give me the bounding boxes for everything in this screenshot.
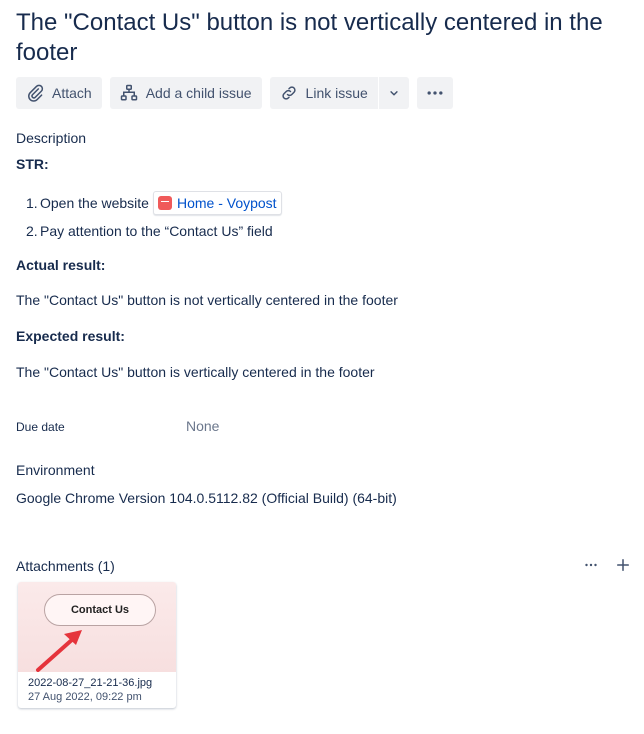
- link-issue-button[interactable]: Link issue: [269, 77, 378, 109]
- due-date-value[interactable]: None: [186, 418, 219, 434]
- add-child-issue-button[interactable]: Add a child issue: [109, 77, 262, 109]
- list-item: 1. Open the website Home - Voypost: [26, 189, 282, 217]
- chevron-down-icon: [390, 91, 398, 96]
- steps-list: 1. Open the website Home - Voypost 2. Pa…: [26, 189, 282, 245]
- expected-result-label: Expected result:: [16, 328, 125, 344]
- due-date-label: Due date: [16, 420, 65, 434]
- attachment-filename: 2022-08-27_21-21-36.jpg: [28, 677, 153, 689]
- attachment-thumbnail: Contact Us: [18, 582, 176, 672]
- link-issue-dropdown[interactable]: [378, 77, 409, 109]
- website-link-text: Home - Voypost: [176, 195, 277, 211]
- description-heading: Description: [16, 130, 87, 146]
- add-child-label: Add a child issue: [145, 85, 252, 101]
- arrow-icon: [36, 630, 82, 672]
- link-issue-label: Link issue: [305, 85, 368, 101]
- more-icon[interactable]: [582, 556, 600, 574]
- expected-result-text: The "Contact Us" button is vertically ce…: [16, 364, 375, 380]
- attachment-date: 27 Aug 2022, 09:22 pm: [28, 691, 142, 703]
- step-text: Open the website: [40, 195, 149, 211]
- actual-result-label: Actual result:: [16, 257, 106, 273]
- step-number: 2.: [26, 223, 38, 239]
- attach-button[interactable]: Attach: [16, 77, 102, 109]
- attachment-meta: 2022-08-27_21-21-36.jpg 27 Aug 2022, 09:…: [28, 676, 152, 704]
- actual-result-text: The "Contact Us" button is not verticall…: [16, 292, 398, 308]
- website-link-card[interactable]: Home - Voypost: [152, 191, 282, 215]
- issue-title[interactable]: The "Contact Us" button is not verticall…: [16, 8, 626, 68]
- attachments-heading: Attachments (1): [16, 558, 115, 574]
- paperclip-icon: [28, 84, 44, 102]
- step-number: 1.: [26, 195, 38, 211]
- plus-icon[interactable]: [614, 556, 632, 574]
- list-item: 2. Pay attention to the “Contact Us” fie…: [26, 217, 282, 245]
- link-icon: [281, 86, 296, 100]
- hierarchy-icon: [120, 84, 137, 101]
- environment-value[interactable]: Google Chrome Version 104.0.5112.82 (Off…: [16, 490, 397, 506]
- favicon-icon: [157, 196, 172, 210]
- str-label: STR:: [16, 156, 49, 172]
- issue-toolbar: Attach Add a child issue Link issue: [16, 77, 453, 109]
- attachments-actions: [582, 556, 632, 574]
- more-actions-button[interactable]: [416, 77, 453, 109]
- link-issue-split: Link issue: [269, 77, 409, 109]
- attach-label: Attach: [52, 85, 92, 101]
- more-icon: [427, 91, 443, 95]
- environment-heading: Environment: [16, 462, 95, 478]
- step-text: Pay attention to the “Contact Us” field: [40, 223, 273, 239]
- attachment-card[interactable]: Contact Us 2022-08-27_21-21-36.jpg 27 Au…: [18, 582, 176, 708]
